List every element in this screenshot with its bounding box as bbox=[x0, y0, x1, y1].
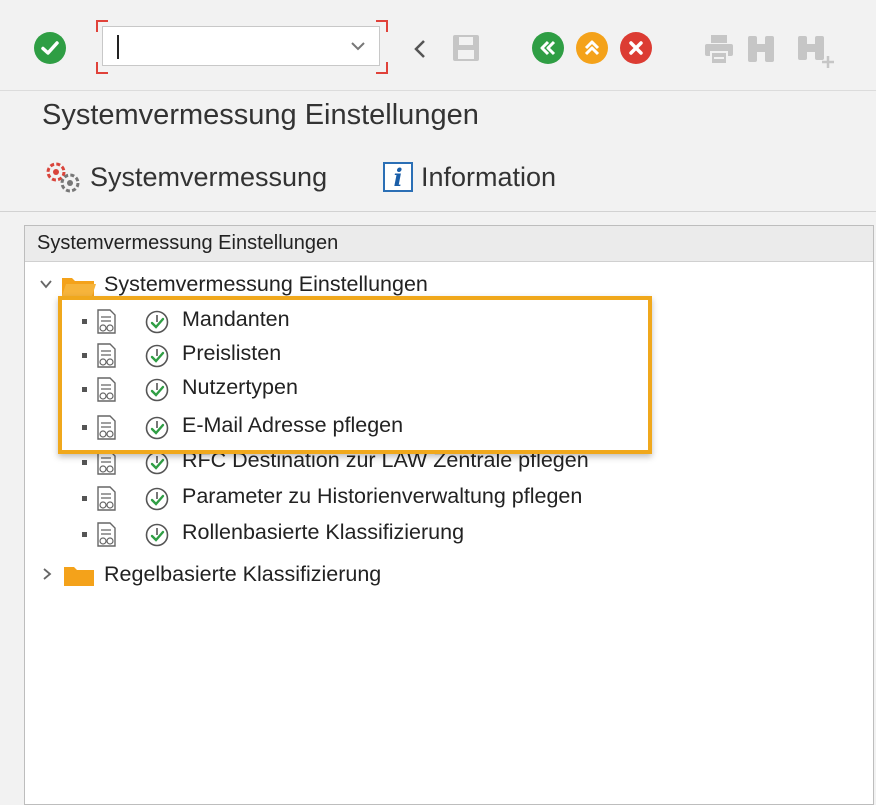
tree-child-label: Mandanten bbox=[182, 307, 290, 331]
back-icon[interactable] bbox=[532, 32, 564, 64]
execute-transaction-icon bbox=[145, 523, 169, 547]
tree-child-label: Nutzertypen bbox=[182, 375, 298, 399]
execute-transaction-icon bbox=[145, 451, 169, 475]
report-document-icon bbox=[97, 343, 116, 368]
tree-node-root[interactable]: Systemvermessung Einstellungen bbox=[38, 270, 488, 300]
info-icon: i bbox=[383, 162, 413, 192]
tree-child-label: RFC Destination zur LAW Zentrale pflegen bbox=[182, 448, 589, 472]
settings-gear-icon bbox=[46, 162, 80, 193]
find-next-icon[interactable] bbox=[796, 32, 836, 70]
enter-icon[interactable] bbox=[34, 32, 66, 64]
execute-transaction-icon bbox=[145, 487, 169, 511]
open-folder-icon bbox=[62, 278, 96, 296]
report-document-icon bbox=[97, 377, 116, 402]
information-button-label: Information bbox=[421, 161, 557, 192]
command-dropdown-icon[interactable] bbox=[349, 35, 367, 55]
execute-transaction-icon bbox=[145, 378, 169, 402]
title-bar: Systemvermessung Einstellungen bbox=[0, 90, 876, 144]
report-document-icon bbox=[97, 415, 116, 440]
tree-bullet bbox=[82, 532, 87, 537]
report-document-icon bbox=[97, 522, 116, 547]
report-document-icon bbox=[97, 450, 116, 475]
tree-child-row[interactable]: Rollenbasierte Klassifizierung bbox=[74, 518, 674, 552]
tree-header: Systemvermessung Einstellungen bbox=[25, 226, 873, 262]
expand-chevron-right-icon[interactable] bbox=[40, 566, 54, 582]
system-toolbar bbox=[0, 0, 876, 90]
systemvermessung-button-label: Systemvermessung bbox=[90, 161, 328, 192]
systemvermessung-button[interactable]: Systemvermessung bbox=[44, 157, 327, 197]
application-toolbar: Systemvermessung i Information bbox=[0, 143, 876, 212]
tree-bullet bbox=[82, 496, 87, 501]
text-caret bbox=[117, 35, 119, 59]
tree-bullet bbox=[82, 460, 87, 465]
exit-icon[interactable] bbox=[576, 32, 608, 64]
command-field-wrapper bbox=[96, 20, 388, 74]
execute-transaction-icon bbox=[145, 416, 169, 440]
page-title: Systemvermessung Einstellungen bbox=[42, 99, 479, 131]
tree-node-label: Systemvermessung Einstellungen bbox=[104, 272, 428, 296]
tree-child-row[interactable]: Preislisten bbox=[74, 339, 674, 373]
tree-child-label: Parameter zu Historienverwaltung pflegen bbox=[182, 484, 583, 508]
tree-child-label: Rollenbasierte Klassifizierung bbox=[182, 520, 465, 544]
report-document-icon bbox=[97, 309, 116, 334]
save-icon[interactable] bbox=[450, 32, 482, 64]
execute-transaction-icon bbox=[145, 310, 169, 334]
report-document-icon bbox=[97, 486, 116, 511]
execute-transaction-icon bbox=[145, 344, 169, 368]
tree-child-row[interactable]: E-Mail Adresse pflegen bbox=[74, 411, 674, 445]
tree-bullet bbox=[82, 353, 87, 358]
tree-child-row[interactable]: Mandanten bbox=[74, 305, 674, 339]
expand-chevron-down-icon[interactable] bbox=[38, 276, 54, 292]
tree-node-second-root[interactable]: Regelbasierte Klassifizierung bbox=[38, 560, 488, 590]
tree-child-row[interactable]: Parameter zu Historienverwaltung pflegen bbox=[74, 482, 674, 516]
information-button[interactable]: i Information bbox=[383, 157, 556, 197]
collapse-icon[interactable] bbox=[412, 38, 428, 60]
tree-node-label: Regelbasierte Klassifizierung bbox=[104, 562, 382, 586]
cancel-icon[interactable] bbox=[620, 32, 652, 64]
tree-child-label: Preislisten bbox=[182, 341, 282, 365]
tree-child-label: E-Mail Adresse pflegen bbox=[182, 413, 404, 437]
command-field[interactable] bbox=[102, 26, 380, 66]
find-icon[interactable] bbox=[744, 32, 778, 66]
tree-bullet bbox=[82, 319, 87, 324]
print-icon[interactable] bbox=[702, 32, 736, 66]
tree-child-row[interactable]: Nutzertypen bbox=[74, 373, 674, 407]
closed-folder-icon bbox=[64, 567, 94, 586]
tree-bullet bbox=[82, 387, 87, 392]
tree-bullet bbox=[82, 425, 87, 430]
tree-child-row[interactable]: RFC Destination zur LAW Zentrale pflegen bbox=[74, 446, 674, 480]
